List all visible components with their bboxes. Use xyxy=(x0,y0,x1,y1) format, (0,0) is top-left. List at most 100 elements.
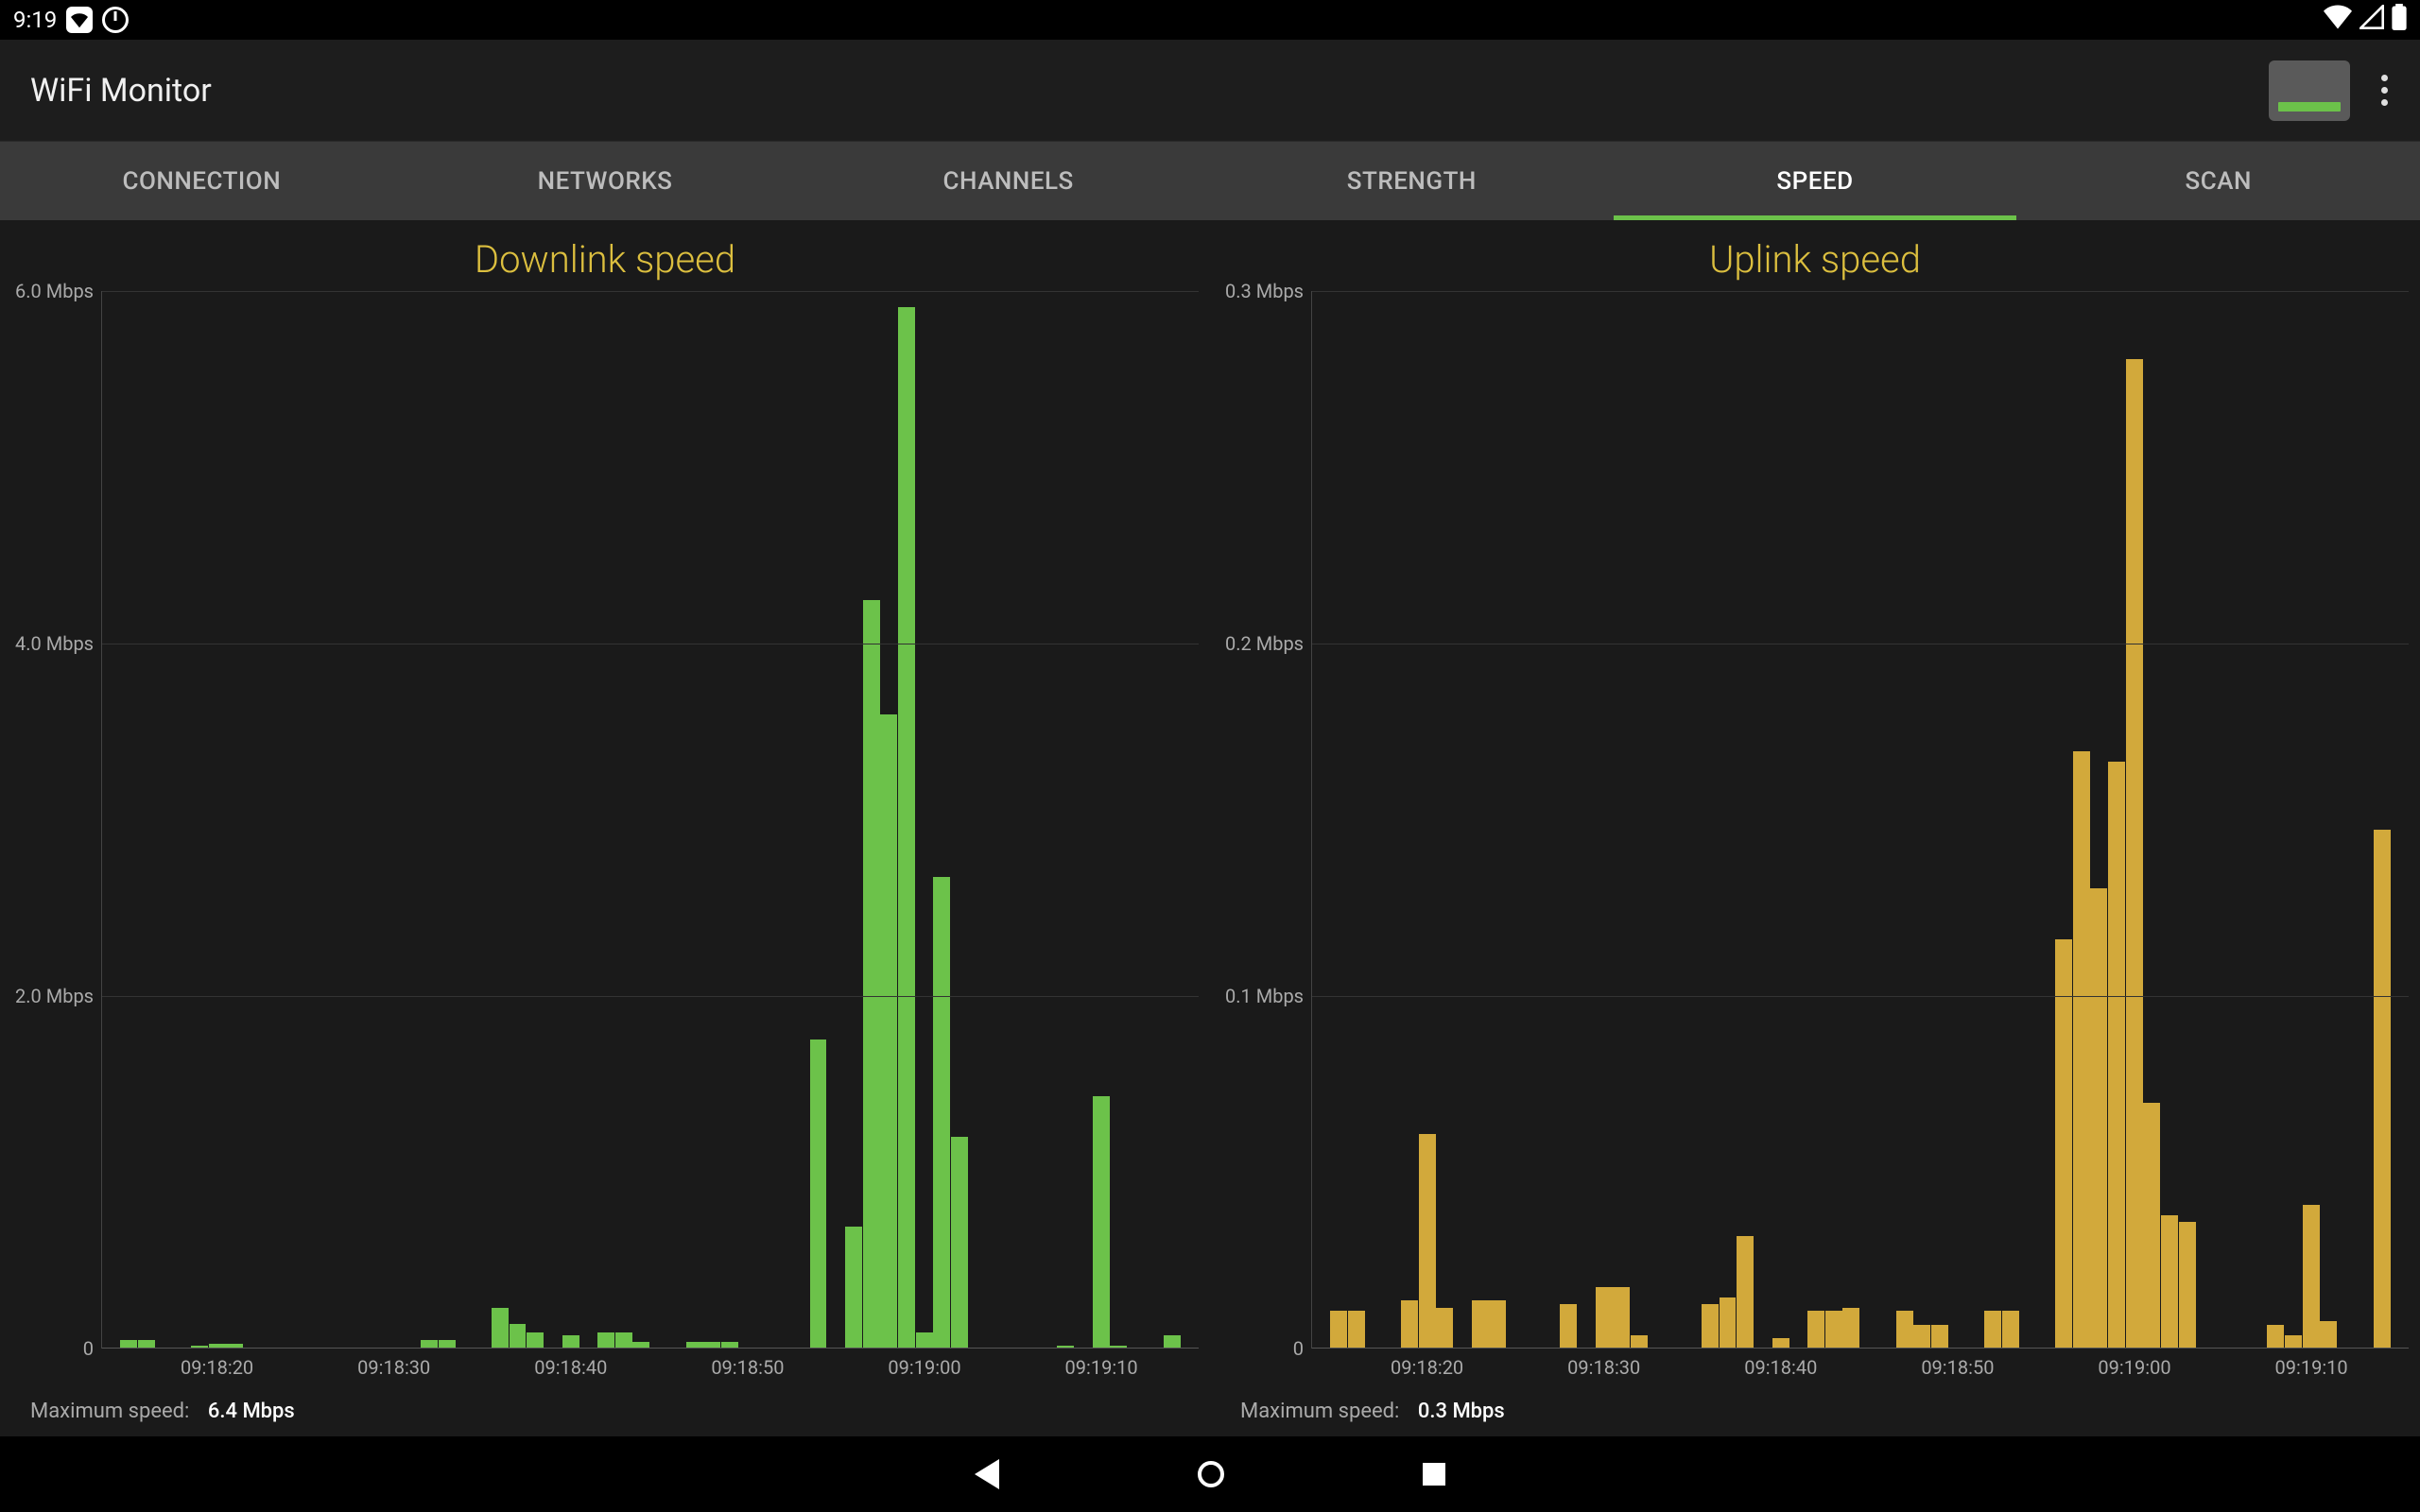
uplink-footer: Maximum speed: 0.3 Mbps xyxy=(1221,1386,2409,1429)
x-tick-label: 09:19:00 xyxy=(888,1356,960,1379)
x-tick-label: 09:18:20 xyxy=(1391,1356,1463,1379)
downlink-footer: Maximum speed: 6.4 Mbps xyxy=(11,1386,1199,1429)
data-bar xyxy=(1401,1300,1418,1349)
data-bar xyxy=(2073,751,2090,1349)
data-bar xyxy=(880,714,897,1349)
data-bar xyxy=(1419,1134,1436,1349)
data-bar xyxy=(2303,1205,2320,1349)
tab-networks[interactable]: NETWORKS xyxy=(404,142,807,220)
y-tick-label: 4.0 Mbps xyxy=(15,632,94,655)
system-icon xyxy=(102,7,129,33)
data-bar xyxy=(1984,1311,2001,1349)
uplink-y-axis: 00.1 Mbps0.2 Mbps0.3 Mbps xyxy=(1221,291,1312,1349)
downlink-chart-pane: Downlink speed 0 2.0 Mbps 4.0 Mbps 6.0 Mbps… xyxy=(0,220,1210,1436)
x-tick-label: 09:18:50 xyxy=(1921,1356,1994,1379)
data-bar xyxy=(2285,1335,2302,1349)
x-tick-label: 09:19:00 xyxy=(2098,1356,2170,1379)
data-bar xyxy=(1896,1311,1913,1349)
x-tick-label: 09:18:20 xyxy=(181,1356,253,1379)
data-bar xyxy=(510,1324,527,1349)
data-bar xyxy=(2320,1321,2337,1349)
data-bar xyxy=(863,600,880,1349)
y-tick-label: 0.1 Mbps xyxy=(1225,985,1304,1007)
battery-icon xyxy=(2392,4,2407,36)
data-bar xyxy=(2179,1222,2196,1349)
tab-scan[interactable]: SCAN xyxy=(2016,142,2420,220)
data-bar xyxy=(2267,1325,2284,1349)
downlink-max-label: Maximum speed: xyxy=(30,1400,189,1423)
data-bar xyxy=(1330,1311,1347,1349)
data-bar xyxy=(1472,1300,1489,1349)
data-bar xyxy=(2143,1103,2160,1349)
nav-home-button[interactable] xyxy=(1198,1461,1224,1487)
data-bar xyxy=(933,877,950,1349)
android-status-bar: 9:19 xyxy=(0,0,2420,40)
uplink-chart-pane: Uplink speed 00.1 Mbps0.2 Mbps0.3 Mbps 0… xyxy=(1210,220,2420,1436)
downlink-plot-area xyxy=(102,291,1199,1349)
x-tick-label: 09:19:10 xyxy=(2275,1356,2348,1379)
tab-connection[interactable]: CONNECTION xyxy=(0,142,404,220)
nav-recent-button[interactable] xyxy=(1423,1463,1445,1486)
tab-strength[interactable]: STRENGTH xyxy=(1210,142,1614,220)
data-bar xyxy=(1560,1304,1577,1349)
toggle-chart-button[interactable] xyxy=(2269,60,2350,121)
data-bar xyxy=(1164,1335,1181,1349)
downlink-y-axis: 02.0 Mbps4.0 Mbps6.0 Mbps xyxy=(11,291,102,1349)
uplink-max-value: 0.3 Mbps xyxy=(1418,1400,1505,1423)
downlink-x-axis: 09:18:20 09:18:30 09:18:40 09:18:50 09:19:00… xyxy=(102,1349,1199,1386)
y-tick-label: 0 xyxy=(83,1337,94,1360)
dots-vertical-icon xyxy=(2381,75,2388,81)
data-bar xyxy=(1348,1311,1365,1349)
data-bar xyxy=(1807,1311,1824,1349)
uplink-max-label: Maximum speed: xyxy=(1240,1400,1399,1423)
x-tick-label: 09:18:40 xyxy=(1744,1356,1817,1379)
downlink-chart-title: Downlink speed xyxy=(11,237,1199,282)
data-bar xyxy=(1596,1287,1613,1349)
data-bar xyxy=(2126,359,2143,1349)
data-bar xyxy=(1913,1325,1930,1349)
y-tick-label: 0.2 Mbps xyxy=(1225,632,1304,655)
data-bar xyxy=(1825,1311,1842,1349)
x-tick-label: 09:18:30 xyxy=(357,1356,430,1379)
data-bar xyxy=(845,1227,862,1349)
data-bar xyxy=(1931,1325,1948,1349)
data-bar xyxy=(597,1332,614,1349)
y-tick-label: 0.3 Mbps xyxy=(1225,280,1304,302)
data-bar xyxy=(1093,1096,1110,1349)
tab-bar: CONNECTIONNETWORKSCHANNELSSTRENGTHSPEEDS… xyxy=(0,141,2420,220)
wifi-signal-icon xyxy=(2324,5,2352,35)
data-bar xyxy=(1489,1300,1506,1349)
data-bar xyxy=(1436,1308,1453,1349)
app-title: WiFi Monitor xyxy=(30,72,212,110)
app-toolbar: WiFi Monitor xyxy=(0,40,2420,141)
data-bar xyxy=(492,1308,509,1349)
x-tick-label: 09:18:50 xyxy=(711,1356,784,1379)
tab-channels[interactable]: CHANNELS xyxy=(806,142,1210,220)
data-bar xyxy=(2055,939,2072,1349)
data-bar xyxy=(916,1332,933,1349)
data-bar xyxy=(1842,1308,1859,1349)
x-tick-label: 09:18:40 xyxy=(534,1356,607,1379)
data-bar xyxy=(527,1332,544,1349)
uplink-plot-area xyxy=(1312,291,2409,1349)
status-time: 9:19 xyxy=(13,7,57,33)
data-bar xyxy=(1631,1335,1648,1349)
nav-back-button[interactable] xyxy=(975,1459,999,1489)
y-tick-label: 6.0 Mbps xyxy=(15,280,94,302)
data-bar xyxy=(1613,1287,1630,1349)
main-content: Downlink speed 0 2.0 Mbps 4.0 Mbps 6.0 Mbps… xyxy=(0,220,2420,1436)
data-bar xyxy=(898,307,915,1349)
overflow-menu-button[interactable] xyxy=(2371,75,2397,106)
data-bar xyxy=(1720,1297,1737,1349)
downlink-max-value: 6.4 Mbps xyxy=(208,1400,295,1423)
y-tick-label: 0 xyxy=(1293,1337,1304,1360)
tab-speed[interactable]: SPEED xyxy=(1614,142,2017,220)
data-bar xyxy=(2090,888,2107,1349)
data-bar xyxy=(810,1040,827,1349)
y-tick-label: 2.0 Mbps xyxy=(15,985,94,1007)
x-tick-label: 09:19:10 xyxy=(1065,1356,1138,1379)
data-bar xyxy=(2002,1311,2019,1349)
uplink-x-axis: 09:18:2009:18:3009:18:4009:18:5009:19:00… xyxy=(1312,1349,2409,1386)
android-nav-bar xyxy=(0,1436,2420,1512)
cell-signal-icon xyxy=(2360,5,2384,35)
